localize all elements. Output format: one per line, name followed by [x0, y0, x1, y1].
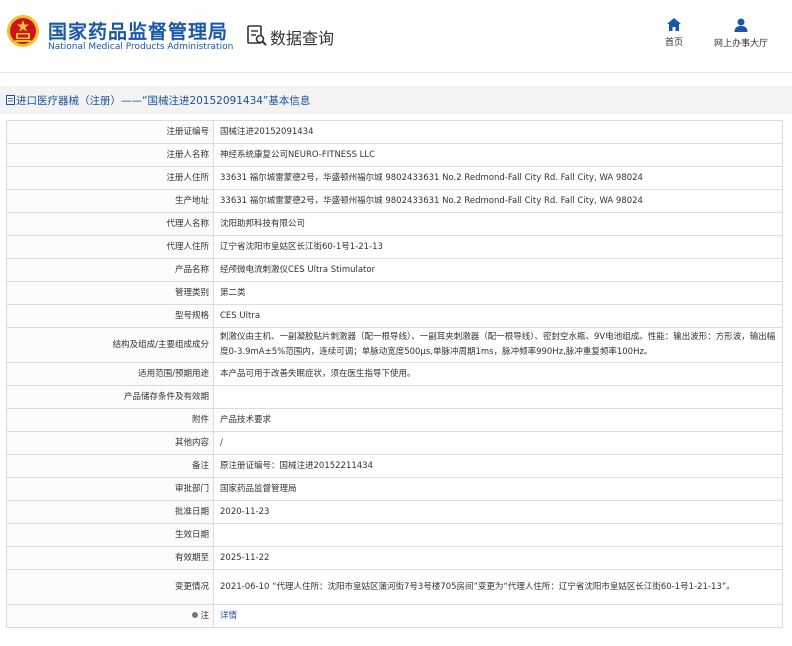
table-row: 注 详情 — [6, 604, 783, 628]
field-label: 型号规格 — [6, 304, 214, 328]
field-label: 有效期至 — [6, 546, 214, 570]
table-row: 生产地址 33631 福尔城雷蒙德2号，华盛顿州福尔城 9802433631 N… — [6, 189, 783, 213]
national-emblem-icon — [7, 15, 39, 47]
field-label: 适用范围/预期用途 — [6, 362, 214, 386]
table-row: 附件 产品技术要求 — [6, 408, 783, 432]
field-label: 注册人名称 — [6, 143, 214, 167]
section-title: 数据查询 — [270, 29, 335, 48]
field-label: 审批部门 — [6, 477, 214, 501]
field-label: 变更情况 — [6, 569, 214, 605]
org-name-en: National Medical Products Administration — [48, 42, 234, 52]
field-value: 沈阳助邦科技有限公司 — [213, 212, 783, 236]
info-icon — [192, 612, 199, 618]
field-label: 代理人住所 — [6, 235, 214, 259]
table-row: 有效期至 2025-11-22 — [6, 546, 783, 570]
nav-home-label: 首页 — [664, 38, 683, 48]
note-label-cell: 注 — [6, 604, 214, 628]
field-label: 备注 — [6, 454, 214, 478]
table-row: 注册证编号 国械注进20152091434 — [6, 120, 783, 144]
field-value: 本产品可用于改善失眠症状，须在医生指导下使用。 — [213, 362, 783, 386]
nav-home-link[interactable]: 首页 — [661, 18, 687, 48]
field-value: 33631 福尔城雷蒙德2号，华盛顿州福尔城 9802433631 No.2 R… — [213, 166, 783, 190]
field-label: 注册人住所 — [6, 166, 214, 190]
field-label: 注 — [200, 610, 209, 621]
field-value: 2021-06-10 “代理人住所：沈阳市皇姑区蒲河街7号3号楼705房间”变更… — [213, 569, 783, 605]
details-link[interactable]: 详情 — [220, 611, 237, 621]
table-row: 备注 原注册证编号：国械注进20152211434 — [6, 454, 783, 478]
field-value: 2020-11-23 — [213, 500, 783, 524]
field-label: 附件 — [6, 408, 214, 432]
field-label: 产品储存条件及有效期 — [6, 385, 214, 409]
site-header: 国家药品监督管理局 National Medical Products Admi… — [0, 0, 792, 73]
field-label: 生效日期 — [6, 523, 214, 547]
field-value — [213, 523, 783, 547]
table-row: 注册人名称 神经系统康复公司NEURO-FITNESS LLC — [6, 143, 783, 167]
field-label: 产品名称 — [6, 258, 214, 282]
field-label: 注册证编号 — [6, 120, 214, 144]
field-value: 国家药品监督管理局 — [213, 477, 783, 501]
field-value: 经颅微电流刺激仪CES Ultra Stimulator — [213, 258, 783, 282]
table-row: 适用范围/预期用途 本产品可用于改善失眠症状，须在医生指导下使用。 — [6, 362, 783, 386]
table-row: 型号规格 CES Ultra — [6, 304, 783, 328]
field-value — [213, 385, 783, 409]
home-icon — [667, 18, 681, 31]
nav-online-service-link[interactable]: 网上办事大厅 — [706, 18, 776, 49]
field-label: 其他内容 — [6, 431, 214, 455]
field-value: 33631 福尔城雷蒙德2号，华盛顿州福尔城 9802433631 No.2 R… — [213, 189, 783, 213]
field-label: 代理人名称 — [6, 212, 214, 236]
user-icon — [734, 18, 748, 32]
org-name-cn: 国家药品监督管理局 — [48, 21, 229, 43]
table-row: 管理类别 第二类 — [6, 281, 783, 305]
table-row: 代理人住所 辽宁省沈阳市皇姑区长江街60-1号1-21-13 — [6, 235, 783, 259]
field-value: / — [213, 431, 783, 455]
field-label: 批准日期 — [6, 500, 214, 524]
table-row: 结构及组成/主要组成成分 刺激仪由主机、一副凝胶贴片刺激器（配一根导线）、一副耳… — [6, 327, 783, 363]
field-label: 生产地址 — [6, 189, 214, 213]
field-value: 原注册证编号：国械注进20152211434 — [213, 454, 783, 478]
field-value: 国械注进20152091434 — [213, 120, 783, 144]
table-row: 审批部门 国家药品监督管理局 — [6, 477, 783, 501]
nav-online-service-label: 网上办事大厅 — [713, 39, 768, 49]
document-icon — [6, 95, 15, 105]
table-row: 变更情况 2021-06-10 “代理人住所：沈阳市皇姑区蒲河街7号3号楼705… — [6, 569, 783, 605]
table-row: 产品名称 经颅微电流刺激仪CES Ultra Stimulator — [6, 258, 783, 282]
table-row: 生效日期 — [6, 523, 783, 547]
table-row: 其他内容 / — [6, 431, 783, 455]
registration-info-table: 注册证编号 国械注进20152091434 注册人名称 神经系统康复公司NEUR… — [6, 120, 783, 628]
table-row: 产品储存条件及有效期 — [6, 385, 783, 409]
document-search-icon — [247, 25, 267, 46]
field-value: 刺激仪由主机、一副凝胶贴片刺激器（配一根导线）、一副耳夹刺激器（配一根导线）、密… — [213, 327, 783, 363]
field-value: 第二类 — [213, 281, 783, 305]
field-label: 管理类别 — [6, 281, 214, 305]
note-value-cell: 详情 — [213, 604, 783, 628]
table-row: 批准日期 2020-11-23 — [6, 500, 783, 524]
field-label: 结构及组成/主要组成成分 — [6, 327, 214, 363]
page-title: 进口医疗器械（注册）——“国械注进20152091434”基本信息 — [16, 95, 311, 107]
field-value: 辽宁省沈阳市皇姑区长江街60-1号1-21-13 — [213, 235, 783, 259]
field-value: 2025-11-22 — [213, 546, 783, 570]
field-value: 产品技术要求 — [213, 408, 783, 432]
table-row: 代理人名称 沈阳助邦科技有限公司 — [6, 212, 783, 236]
field-value: CES Ultra — [213, 304, 783, 328]
field-value: 神经系统康复公司NEURO-FITNESS LLC — [213, 143, 783, 167]
table-row: 注册人住所 33631 福尔城雷蒙德2号，华盛顿州福尔城 9802433631 … — [6, 166, 783, 190]
